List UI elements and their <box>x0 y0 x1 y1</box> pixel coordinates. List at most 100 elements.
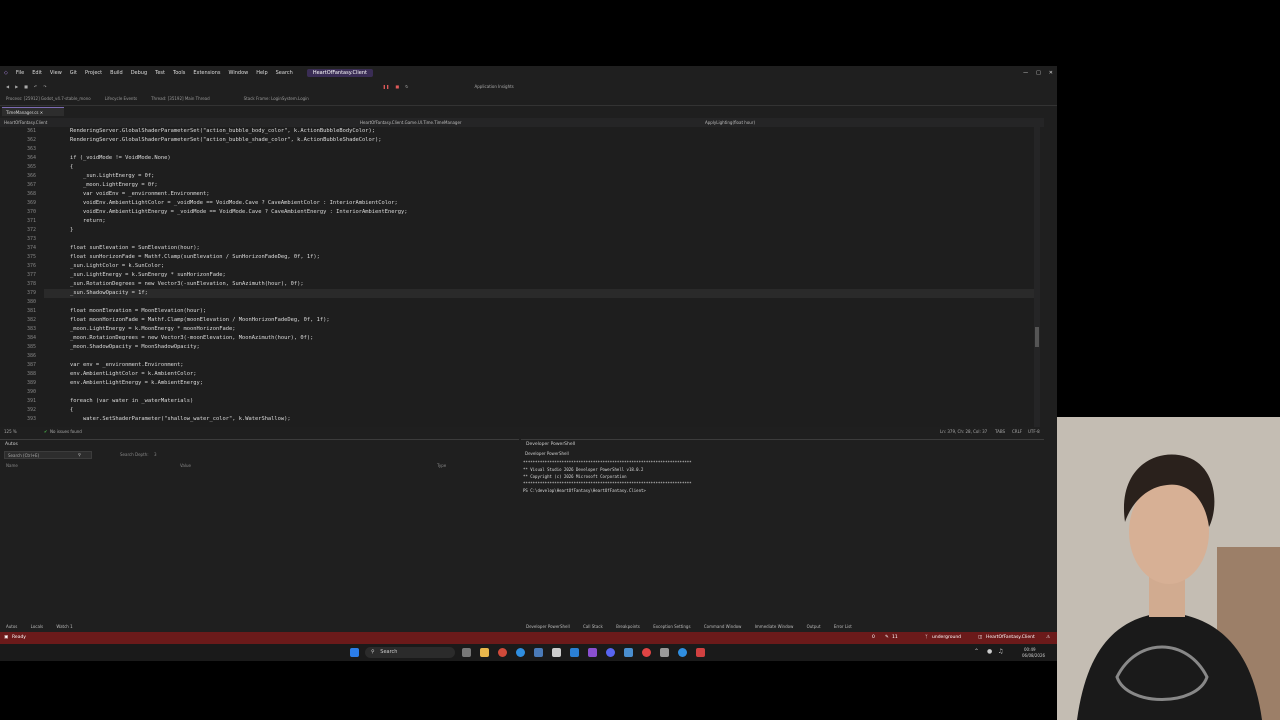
line-number[interactable]: 377 <box>0 271 40 280</box>
line-number[interactable]: 362 <box>0 136 40 145</box>
file-explorer-icon[interactable] <box>480 648 489 657</box>
app-icon-6[interactable] <box>696 648 705 657</box>
tab-output[interactable]: Output <box>807 624 821 629</box>
tab-call-stack[interactable]: Call Stack <box>583 624 603 629</box>
code-line[interactable]: { <box>44 163 1034 172</box>
line-number[interactable]: 374 <box>0 244 40 253</box>
git-repo[interactable]: HeartOfFantasy.Client <box>986 632 1035 644</box>
taskbar-search[interactable]: ⚲ Search <box>365 647 455 658</box>
tab-close-icon[interactable]: ✕ <box>40 110 43 115</box>
line-number[interactable]: 382 <box>0 316 40 325</box>
code-line[interactable]: env.AmbientLightColor = k.AmbientColor; <box>44 370 1034 379</box>
code-line[interactable]: return; <box>44 217 1034 226</box>
app-icon-5[interactable] <box>678 648 687 657</box>
line-number[interactable]: 363 <box>0 145 40 154</box>
line-number[interactable]: 369 <box>0 199 40 208</box>
restart-icon[interactable]: ↻ <box>405 84 408 89</box>
redo-icon[interactable]: ↷ <box>43 84 46 89</box>
line-number[interactable]: 376 <box>0 262 40 271</box>
code-line[interactable]: float moonHorizonFade = Mathf.Clamp(moon… <box>44 316 1034 325</box>
line-number[interactable]: 385 <box>0 343 40 352</box>
menu-search[interactable]: Search <box>272 70 297 76</box>
issues-status[interactable]: No issues found <box>50 428 82 436</box>
line-number[interactable]: 379 <box>0 289 40 298</box>
line-number[interactable]: 387 <box>0 361 40 370</box>
process-dropdown[interactable]: Process: [25912] Godot_v4.7-stable_mono <box>6 96 91 101</box>
stop-icon[interactable]: ■ <box>395 84 399 89</box>
tab-exception-settings[interactable]: Exception Settings <box>653 624 690 629</box>
task-view-icon[interactable] <box>462 648 471 657</box>
volume-icon[interactable]: ♫ <box>998 648 1003 655</box>
app-icon-2[interactable] <box>552 648 561 657</box>
clock-time[interactable]: 00:49 <box>1024 647 1036 652</box>
code-line[interactable]: voidEnv.AmbientLightColor = _voidMode ==… <box>44 199 1034 208</box>
code-line[interactable]: _sun.LightEnergy = 0f; <box>44 172 1034 181</box>
line-number[interactable]: 388 <box>0 370 40 379</box>
undo-icon[interactable]: ↶ <box>34 84 37 89</box>
back-icon[interactable]: ◀ <box>6 84 9 89</box>
stack-frame-dropdown[interactable]: Stack Frame: LoginSystem.Login <box>244 96 309 101</box>
maximize-icon[interactable]: □ <box>1032 70 1045 76</box>
code-line[interactable]: _sun.LightEnergy = k.SunEnergy * sunHori… <box>44 271 1034 280</box>
network-icon[interactable]: ● <box>987 648 992 655</box>
line-number[interactable]: 372 <box>0 226 40 235</box>
chrome-icon[interactable] <box>642 648 651 657</box>
scrollbar-thumb[interactable] <box>1035 327 1039 347</box>
visual-studio-icon[interactable] <box>588 648 597 657</box>
code-line[interactable]: _sun.RotationDegrees = new Vector3(-sunE… <box>44 280 1034 289</box>
line-number[interactable]: 392 <box>0 406 40 415</box>
line-number[interactable]: 366 <box>0 172 40 181</box>
errors-count[interactable]: 0 <box>872 632 875 644</box>
line-endings[interactable]: CRLF <box>1012 428 1022 436</box>
encoding[interactable]: UTF-8 <box>1028 428 1040 436</box>
lifecycle-events-dropdown[interactable]: Lifecycle Events <box>105 96 137 101</box>
line-number[interactable]: 364 <box>0 154 40 163</box>
code-line[interactable]: RenderingServer.GlobalShaderParameterSet… <box>44 127 1034 136</box>
thread-dropdown[interactable]: Thread: [35192] Main Thread <box>151 96 210 101</box>
code-line[interactable] <box>44 235 1034 244</box>
menu-view[interactable]: View <box>46 70 66 76</box>
discord-icon[interactable] <box>606 648 615 657</box>
code-line[interactable]: RenderingServer.GlobalShaderParameterSet… <box>44 136 1034 145</box>
line-number[interactable]: 371 <box>0 217 40 226</box>
line-number[interactable]: 367 <box>0 181 40 190</box>
menu-build[interactable]: Build <box>106 70 127 76</box>
nav-method-dropdown[interactable]: ApplyLighting(float hour) <box>705 118 755 127</box>
line-number[interactable]: 365 <box>0 163 40 172</box>
edge-icon[interactable] <box>516 648 525 657</box>
vscode-icon[interactable] <box>570 648 579 657</box>
line-number[interactable]: 368 <box>0 190 40 199</box>
code-line[interactable]: _moon.LightEnergy = 0f; <box>44 181 1034 190</box>
code-line[interactable]: _moon.RotationDegrees = new Vector3(-moo… <box>44 334 1034 343</box>
start-icon[interactable] <box>350 648 359 657</box>
code-line[interactable]: _sun.LightColor = k.SunColor; <box>44 262 1034 271</box>
line-number[interactable]: 386 <box>0 352 40 361</box>
editor-scrollbar[interactable] <box>1034 127 1040 427</box>
code-line[interactable]: _moon.ShadowOpacity = MoonShadowOpacity; <box>44 343 1034 352</box>
menu-file[interactable]: File <box>12 70 28 76</box>
clock-date[interactable]: 06/08/2026 <box>1022 653 1045 658</box>
terminal-tab[interactable]: Developer PowerShell <box>525 451 569 456</box>
menu-project[interactable]: Project <box>81 70 106 76</box>
search-depth-value[interactable]: 3 <box>154 452 157 457</box>
menu-git[interactable]: Git <box>66 70 81 76</box>
code-line[interactable]: } <box>44 226 1034 235</box>
line-number[interactable]: 380 <box>0 298 40 307</box>
line-number[interactable]: 381 <box>0 307 40 316</box>
code-line[interactable]: if (_voidMode != VoidMode.None) <box>44 154 1034 163</box>
code-line[interactable]: _sun.ShadowOpacity = 1f; <box>44 289 1034 298</box>
code-line[interactable]: voidEnv.AmbientLightEnergy = _voidMode =… <box>44 208 1034 217</box>
tab-timemanager[interactable]: TimeManager.cs ✕ <box>2 107 64 116</box>
nav-class-dropdown[interactable]: HeartOfFantasy.Client.Game.UI.Time.TimeM… <box>360 118 462 127</box>
menu-debug[interactable]: Debug <box>127 70 151 76</box>
code-line[interactable]: float moonElevation = MoonElevation(hour… <box>44 307 1034 316</box>
line-number[interactable]: 390 <box>0 388 40 397</box>
menu-edit[interactable]: Edit <box>28 70 46 76</box>
app-icon-3[interactable] <box>624 648 633 657</box>
code-line[interactable]: float sunHorizonFade = Mathf.Clamp(sunEl… <box>44 253 1034 262</box>
code-line[interactable] <box>44 352 1034 361</box>
changes-count[interactable]: 11 <box>892 632 898 644</box>
line-number[interactable]: 373 <box>0 235 40 244</box>
line-number[interactable]: 384 <box>0 334 40 343</box>
menu-help[interactable]: Help <box>252 70 271 76</box>
